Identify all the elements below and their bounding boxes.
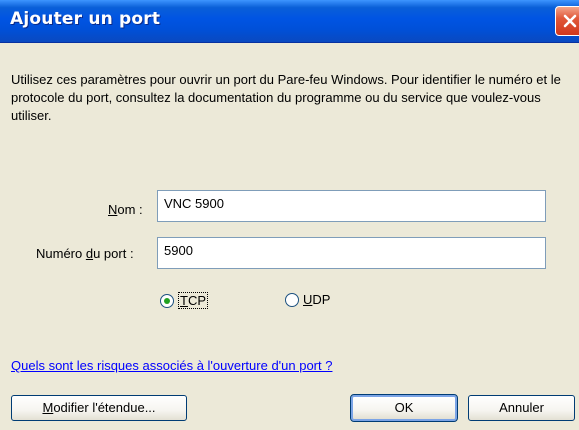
port-input-value: 5900: [164, 243, 193, 258]
description-text: Utilisez ces paramètres pour ouvrir un p…: [11, 72, 561, 123]
name-input-value: VNC 5900: [164, 196, 224, 211]
name-label-suffix: om :: [117, 202, 143, 217]
radio-udp-label: UDP: [303, 292, 330, 307]
name-input[interactable]: VNC 5900: [157, 190, 546, 222]
radio-udp-indicator: [285, 292, 299, 307]
port-risks-link[interactable]: Quels sont les risques associés à l'ouve…: [11, 358, 332, 373]
tcp-accel: T: [180, 293, 188, 308]
name-label-accel: N: [108, 202, 118, 217]
port-label-suffix: u port :: [93, 246, 134, 261]
close-button[interactable]: [555, 6, 579, 36]
window-title: Ajouter un port: [10, 9, 161, 29]
cancel-button[interactable]: Annuler: [468, 395, 575, 421]
radio-tcp-indicator: [160, 293, 174, 308]
name-label: Nom :: [108, 202, 143, 217]
modify-scope-rest: odifier l'étendue...: [53, 400, 156, 415]
port-number-input[interactable]: 5900: [157, 237, 546, 269]
tcp-rest: CP: [187, 293, 207, 308]
close-icon: [563, 14, 577, 28]
radio-tcp[interactable]: TCP: [160, 292, 209, 309]
udp-accel: U: [303, 292, 313, 307]
radio-tcp-selected-dot: [164, 297, 170, 304]
port-label-accel: d: [85, 246, 94, 261]
title-bar[interactable]: Ajouter un port: [0, 0, 579, 43]
udp-rest: DP: [312, 292, 331, 307]
port-label: Numéro du port :: [36, 246, 134, 261]
ok-button[interactable]: OK: [350, 394, 458, 422]
radio-udp[interactable]: UDP: [285, 292, 330, 307]
modify-scope-accel: M: [42, 400, 54, 415]
port-label-prefix: Numéro: [36, 246, 86, 261]
radio-tcp-label: TCP: [178, 292, 209, 309]
modify-scope-button[interactable]: Modifier l'étendue...: [11, 395, 187, 421]
add-port-dialog: Ajouter un port Utilisez ces paramètres …: [0, 0, 579, 430]
